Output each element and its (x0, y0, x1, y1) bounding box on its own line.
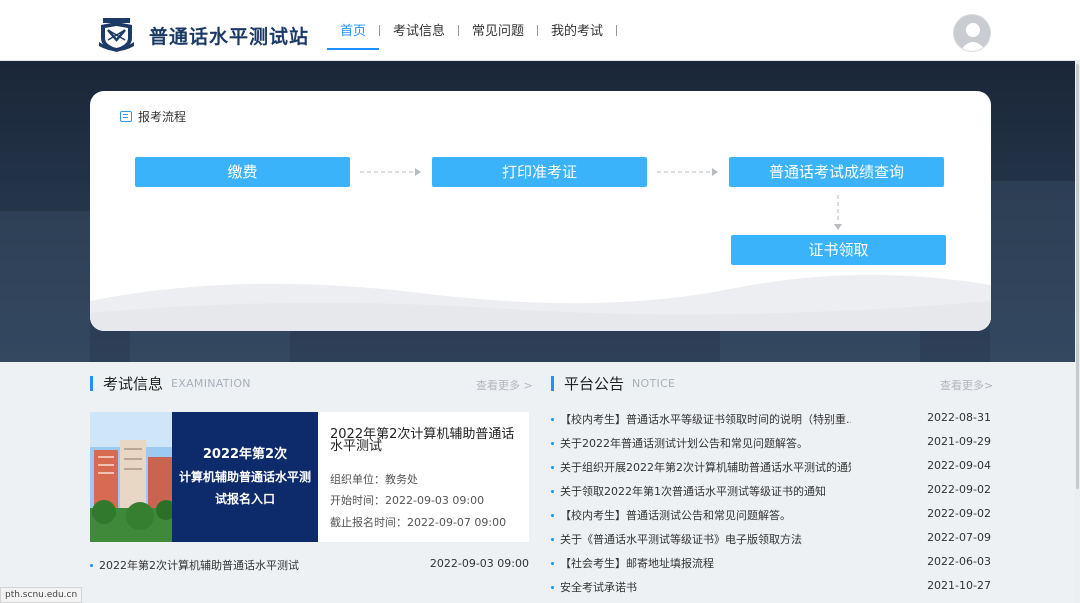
exam-section-subtitle: EXAMINATION (171, 376, 251, 390)
notice-section-subtitle: NOTICE (632, 376, 676, 390)
exam-deadline: 截止报名时间：2022-09-07 09:00 (330, 516, 507, 529)
flow-header: 报考流程 (120, 108, 186, 125)
bullet-icon (551, 417, 554, 421)
site-header: 普通话水平测试站 首页 考试信息 常见问题 我的考试 (0, 0, 1080, 61)
list-item[interactable]: 关于组织开展2022年第2次计算机辅助普通话水平测试的通知 2022-09-04 (551, 459, 991, 483)
bullet-icon (551, 489, 554, 493)
notice-title[interactable]: 安全考试承诺书 (551, 579, 851, 595)
notice-section-title: 平台公告 (564, 374, 625, 393)
notice-title-text: 【校内考生】普通话测试公告和常见问题解答。 (560, 509, 791, 522)
user-avatar[interactable] (953, 14, 991, 52)
step-score-query-button[interactable]: 普通话考试成绩查询 (729, 157, 944, 187)
scrollbar-thumb[interactable] (1076, 64, 1079, 489)
list-item[interactable]: 【社会考生】邮寄地址填报流程 2022-06-03 (551, 555, 991, 579)
user-avatar-icon (954, 15, 990, 51)
banner-caption: 2022年第2次 计算机辅助普通话水平测 试报名入口 (172, 412, 318, 542)
status-bar-url: pth.scnu.edu.cn (0, 587, 83, 603)
list-icon (120, 111, 132, 122)
notice-date: 2022-09-02 (927, 483, 991, 496)
arrow-right-icon (657, 168, 718, 176)
bullet-icon (551, 561, 554, 565)
notice-date: 2022-07-09 (927, 531, 991, 544)
notice-date: 2022-09-04 (927, 459, 991, 472)
list-item[interactable]: 关于2022年普通话测试计划公告和常见问题解答。 2021-09-29 (551, 435, 991, 459)
notice-title[interactable]: 【社会考生】邮寄地址填报流程 (551, 555, 851, 571)
registration-flow-card: 报考流程 缴费 打印准考证 普通话考试成绩查询 证书领取 (90, 91, 991, 331)
bullet-icon (551, 441, 554, 445)
step-print-ticket-button[interactable]: 打印准考证 (432, 157, 647, 187)
exam-card-title[interactable]: 2022年第2次计算机辅助普通话水平测试 (330, 428, 522, 453)
notice-date: 2021-09-29 (927, 435, 991, 448)
notice-title-text: 【校内考生】普通话水平等级证书领取时间的说明（特别重... (560, 413, 851, 426)
nav-item-my-exam[interactable]: 我的考试 (538, 0, 616, 61)
background-building (990, 181, 1075, 362)
bullet-icon (551, 513, 554, 517)
site-title: 普通话水平测试站 (149, 26, 310, 48)
exam-section-title: 考试信息 (103, 374, 164, 393)
notice-date: 2022-08-31 (927, 411, 991, 424)
section-accent-bar (551, 375, 554, 391)
arrow-down-icon (834, 195, 842, 230)
exam-list-title-text: 2022年第2次计算机辅助普通话水平测试 (99, 559, 299, 572)
notice-date: 2022-06-03 (927, 555, 991, 568)
banner-line: 试报名入口 (214, 492, 275, 506)
step-certificate-button[interactable]: 证书领取 (731, 235, 946, 265)
banner-line: 计算机辅助普通话水平测 (178, 470, 311, 484)
list-item[interactable]: 【校内考生】普通话测试公告和常见问题解答。 2022-09-02 (551, 507, 991, 531)
step-payment-button[interactable]: 缴费 (135, 157, 350, 187)
list-item[interactable]: 安全考试承诺书 2021-10-27 (551, 579, 991, 603)
main-nav: 首页 考试信息 常见问题 我的考试 (327, 0, 618, 61)
flow-title: 报考流程 (138, 110, 187, 124)
nav-item-faq[interactable]: 常见问题 (459, 0, 537, 61)
notice-title-text: 关于《普通话水平测试等级证书》电子版领取方法 (560, 533, 802, 546)
exam-start-time: 开始时间：2022-09-03 09:00 (330, 494, 485, 507)
notice-date: 2021-10-27 (927, 579, 991, 592)
notice-section-header: 平台公告 NOTICE (551, 374, 676, 393)
notice-title-text: 【社会考生】邮寄地址填报流程 (560, 557, 714, 570)
notice-title[interactable]: 【校内考生】普通话测试公告和常见问题解答。 (551, 507, 851, 523)
exam-more-link[interactable]: 查看更多 > (476, 377, 533, 393)
notice-title-text: 关于领取2022年第1次普通话水平测试等级证书的通知 (560, 485, 826, 498)
banner-line: 2022年第2次 (202, 447, 288, 462)
exam-section-header: 考试信息 EXAMINATION (90, 374, 251, 393)
list-item[interactable]: 2022年第2次计算机辅助普通话水平测试 2022-09-03 09:00 (90, 557, 529, 573)
exam-card[interactable]: 2022年第2次 计算机辅助普通话水平测 试报名入口 2022年第2次计算机辅助… (90, 412, 529, 542)
background-building (0, 211, 90, 362)
school-emblem-logo[interactable] (97, 16, 136, 54)
exam-card-info: 2022年第2次计算机辅助普通话水平测试 (330, 428, 522, 453)
notice-title[interactable]: 关于组织开展2022年第2次计算机辅助普通话水平测试的通知 (551, 459, 851, 475)
notice-title-text: 安全考试承诺书 (560, 581, 637, 594)
exam-banner-image[interactable]: 2022年第2次 计算机辅助普通话水平测 试报名入口 (90, 412, 318, 542)
bullet-icon (551, 465, 554, 469)
notice-title[interactable]: 关于领取2022年第1次普通话水平测试等级证书的通知 (551, 483, 851, 499)
exam-list-date: 2022-09-03 09:00 (429, 557, 529, 570)
bullet-icon (90, 563, 93, 567)
nav-item-home[interactable]: 首页 (327, 0, 380, 61)
notice-title-text: 关于组织开展2022年第2次计算机辅助普通话水平测试的通知 (560, 461, 851, 474)
exam-list-title[interactable]: 2022年第2次计算机辅助普通话水平测试 (90, 557, 299, 573)
list-item[interactable]: 关于领取2022年第1次普通话水平测试等级证书的通知 2022-09-02 (551, 483, 991, 507)
notice-date: 2022-09-02 (927, 507, 991, 520)
bullet-icon (551, 537, 554, 541)
list-item[interactable]: 关于《普通话水平测试等级证书》电子版领取方法 2022-07-09 (551, 531, 991, 555)
notice-title[interactable]: 【校内考生】普通话水平等级证书领取时间的说明（特别重... (551, 411, 851, 427)
list-item[interactable]: 【校内考生】普通话水平等级证书领取时间的说明（特别重... 2022-08-31 (551, 411, 991, 435)
notice-title[interactable]: 关于《普通话水平测试等级证书》电子版领取方法 (551, 531, 851, 547)
exam-organizer: 组织单位：教务处 (330, 473, 418, 486)
notice-list: 【校内考生】普通话水平等级证书领取时间的说明（特别重... 2022-08-31… (551, 411, 991, 603)
bullet-icon (551, 585, 554, 589)
notice-title[interactable]: 关于2022年普通话测试计划公告和常见问题解答。 (551, 435, 851, 451)
wave-decoration (90, 274, 991, 331)
arrow-right-icon (360, 168, 421, 176)
campus-photo (90, 412, 172, 542)
nav-separator (616, 25, 618, 36)
notice-title-text: 关于2022年普通话测试计划公告和常见问题解答。 (560, 437, 808, 450)
section-accent-bar (90, 375, 93, 391)
nav-item-exam-info[interactable]: 考试信息 (380, 0, 458, 61)
notice-more-link[interactable]: 查看更多> (940, 377, 993, 393)
